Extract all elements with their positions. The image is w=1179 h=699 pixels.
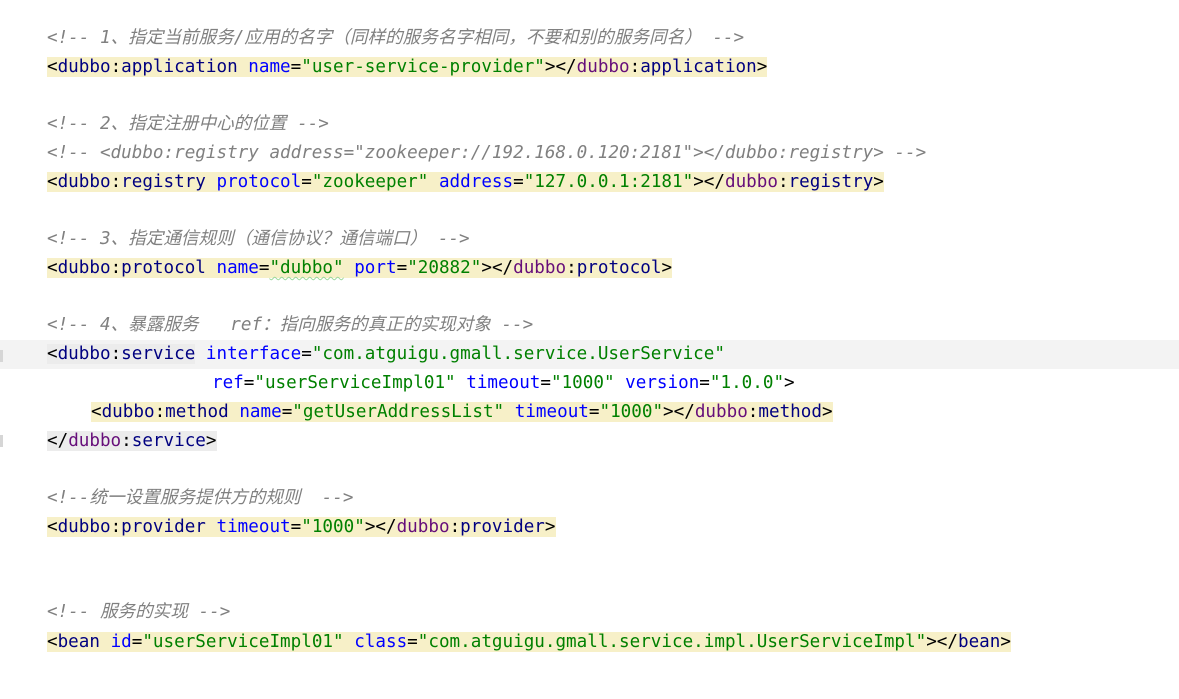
comment-line: <!-- 3、指定通信规则（通信协议？通信端口） --> (47, 229, 470, 249)
comment-line: <!--统一设置服务提供方的规则 --> (47, 488, 354, 508)
gutter-fold-marker[interactable] (0, 350, 3, 362)
comment-line: <!-- 服务的实现 --> (47, 602, 231, 622)
code-editor[interactable]: <!-- 1、指定当前服务/应用的名字（同样的服务名字相同，不要和别的服务同名）… (0, 0, 1179, 699)
comment-line: <!-- <dubbo:registry address="zookeeper:… (47, 143, 927, 163)
code-line-service-close[interactable]: </dubbo:service> (47, 427, 217, 456)
code-line-bean[interactable]: <bean id="userServiceImpl01" class="com.… (47, 628, 1011, 657)
comment-line: <!-- 1、指定当前服务/应用的名字（同样的服务名字相同，不要和别的服务同名）… (47, 28, 745, 48)
code-line-service[interactable]: <dubbo:service interface="com.atguigu.gm… (47, 340, 725, 369)
code-line-provider[interactable]: <dubbo:provider timeout="1000"></dubbo:p… (47, 513, 556, 542)
gutter-fold-marker[interactable] (0, 435, 3, 447)
comment-line: <!-- 4、暴露服务 ref：指向服务的真正的实现对象 --> (47, 315, 534, 335)
comment-line: <!-- 2、指定注册中心的位置 --> (47, 114, 329, 134)
code-line-application[interactable]: <dubbo:application name="user-service-pr… (47, 53, 768, 82)
code-line-method[interactable]: <dubbo:method name="getUserAddressList" … (91, 398, 833, 427)
code-line-service-attrs[interactable]: ref="userServiceImpl01" timeout="1000" v… (212, 369, 795, 398)
code-line-protocol[interactable]: <dubbo:protocol name="dubbo" port="20882… (47, 254, 673, 283)
code-line-registry[interactable]: <dubbo:registry protocol="zookeeper" add… (47, 168, 884, 197)
